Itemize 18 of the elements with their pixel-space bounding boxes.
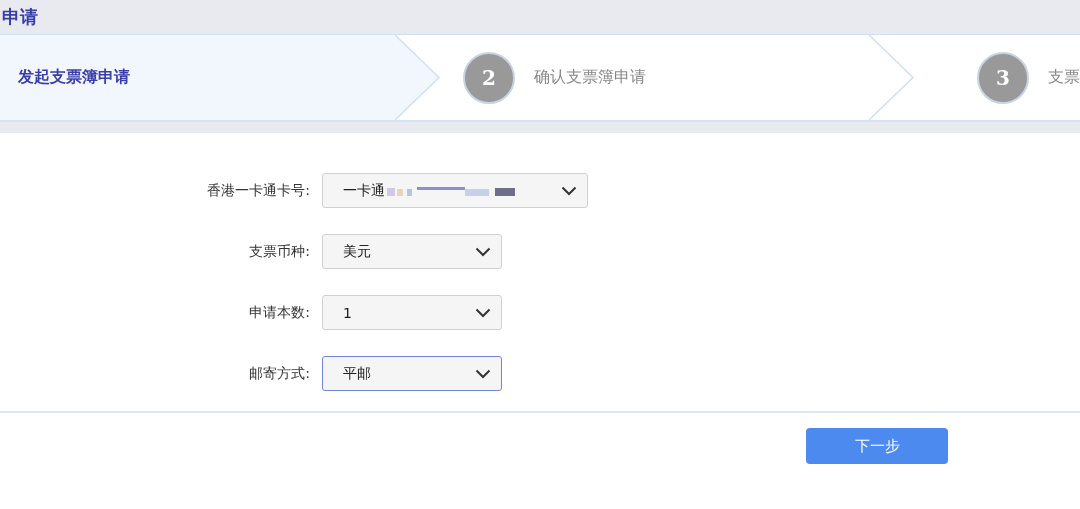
field-label: 支票币种: xyxy=(248,242,310,261)
select-field[interactable]: 一卡通 xyxy=(322,173,588,208)
page-title: 申请 xyxy=(1,5,38,29)
chevron-down-icon xyxy=(561,185,577,196)
field-label: 邮寄方式: xyxy=(248,364,310,383)
select-field[interactable]: 平邮 xyxy=(322,356,502,391)
chevron-down-icon xyxy=(475,368,491,379)
step-label: 发起支票簿申请 xyxy=(18,67,130,88)
field-label: 香港一卡通卡号: xyxy=(206,181,310,200)
step-number: 2 xyxy=(463,51,515,104)
step-number: 3 xyxy=(977,51,1029,104)
select-field[interactable]: 1 xyxy=(322,295,502,330)
step-label: 支票 xyxy=(1048,67,1080,88)
select-field[interactable]: 美元 xyxy=(322,234,502,269)
field-label: 申请本数: xyxy=(248,303,310,322)
chevron-down-icon xyxy=(475,246,491,257)
step-label: 确认支票簿申请 xyxy=(534,67,646,88)
chevron-down-icon xyxy=(475,307,491,318)
